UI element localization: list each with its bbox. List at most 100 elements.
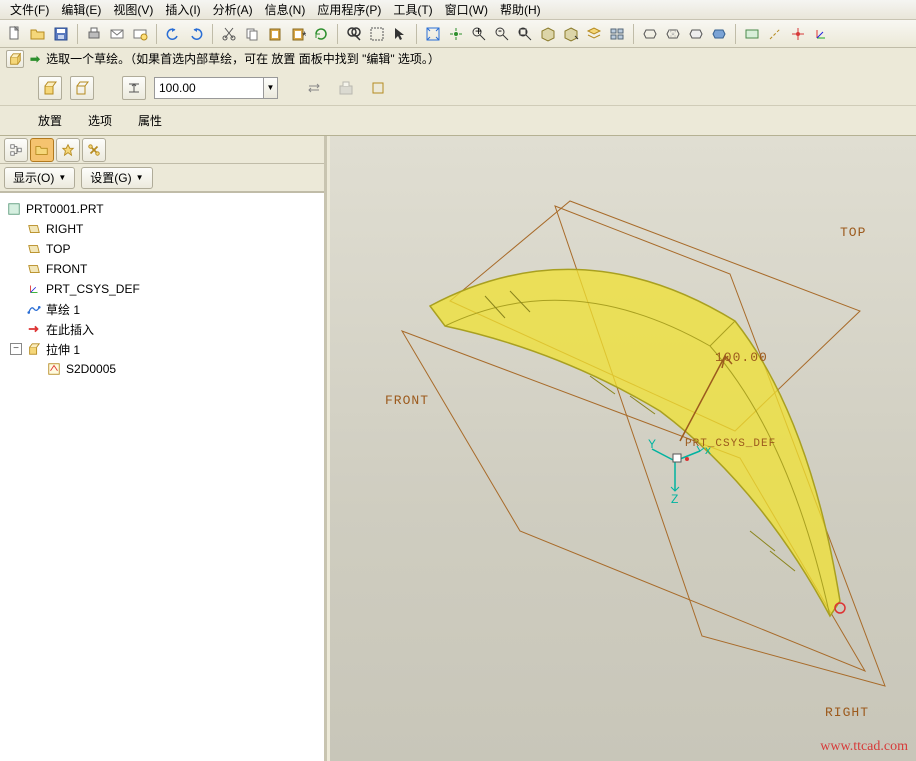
- flip-direction-icon[interactable]: [302, 76, 326, 100]
- depth-value-input[interactable]: 100.00: [154, 77, 264, 99]
- left-panel: 显示(O)▼ 设置(G)▼ PRT0001.PRT RIGHT TOP FRON…: [0, 136, 327, 761]
- menu-help[interactable]: 帮助(H): [494, 0, 547, 20]
- no-hidden-icon[interactable]: [685, 23, 707, 45]
- tab-folder-icon[interactable]: [30, 138, 54, 162]
- tree-s2d-label: S2D0005: [66, 362, 116, 376]
- datum-axis-icon[interactable]: [764, 23, 786, 45]
- remove-material-icon[interactable]: [334, 76, 358, 100]
- label-right: RIGHT: [825, 705, 869, 720]
- tab-favorites-icon[interactable]: [56, 138, 80, 162]
- hidden-line-icon[interactable]: [662, 23, 684, 45]
- collapse-icon[interactable]: −: [10, 343, 22, 355]
- tree-top-label: TOP: [46, 242, 70, 256]
- dashboard-controls: 100.00 ▼: [0, 70, 916, 106]
- menu-file[interactable]: 文件(F): [4, 0, 55, 20]
- zoom-fit-icon[interactable]: [514, 23, 536, 45]
- select-arrow-icon[interactable]: [389, 23, 411, 45]
- tree-right[interactable]: RIGHT: [2, 219, 322, 239]
- cut-icon[interactable]: [218, 23, 240, 45]
- spin-center-icon[interactable]: [445, 23, 467, 45]
- dashboard-hint-text: 选取一个草绘。（如果首选内部草绘，可在 放置 面板中找到 "编辑" 选项。）: [46, 50, 440, 67]
- surface-extrude-icon[interactable]: [70, 76, 94, 100]
- svg-text:Z: Z: [671, 492, 678, 506]
- copy-icon[interactable]: [241, 23, 263, 45]
- saved-views-icon[interactable]: [560, 23, 582, 45]
- dashboard-tabs: 放置 选项 属性: [0, 105, 916, 135]
- print-icon[interactable]: [83, 23, 105, 45]
- extrude-preview: [430, 269, 840, 616]
- redo-icon[interactable]: [185, 23, 207, 45]
- email-attach-icon[interactable]: [129, 23, 151, 45]
- view-refit-icon[interactable]: [422, 23, 444, 45]
- tree-extrude1-label: 拉伸 1: [46, 341, 80, 358]
- label-front: FRONT: [385, 393, 429, 408]
- dash-tab-place[interactable]: 放置: [34, 108, 66, 135]
- graphics-viewport[interactable]: 100.00 Y x Z TOP FRONT RIGHT PRT_CSYS_DE…: [330, 136, 916, 761]
- model-tree-settings-bar: 显示(O)▼ 设置(G)▼: [0, 164, 324, 192]
- thicken-icon[interactable]: [366, 76, 390, 100]
- extrude-icon: [26, 342, 42, 356]
- tree-insert-here[interactable]: 在此插入: [2, 319, 322, 339]
- new-file-icon[interactable]: [4, 23, 26, 45]
- hint-arrow-icon: ➡: [30, 52, 40, 66]
- dash-tab-options[interactable]: 选项: [84, 108, 116, 135]
- orient-icon[interactable]: [537, 23, 559, 45]
- layers-icon[interactable]: [583, 23, 605, 45]
- wireframe-icon[interactable]: [639, 23, 661, 45]
- model-tree[interactable]: PRT0001.PRT RIGHT TOP FRONT PRT_CSYS_DEF…: [0, 192, 324, 761]
- drag-handle[interactable]: [835, 603, 845, 613]
- dash-tab-props[interactable]: 属性: [134, 108, 166, 135]
- sketch-icon: [26, 302, 42, 316]
- menu-edit[interactable]: 编辑(E): [55, 0, 107, 20]
- internal-sketch-icon: [46, 362, 62, 376]
- settings-dropdown[interactable]: 设置(G)▼: [81, 167, 152, 189]
- svg-text:*: *: [302, 29, 306, 42]
- watermark-text: www.ttcad.com: [820, 739, 908, 755]
- save-icon[interactable]: [50, 23, 72, 45]
- tree-root[interactable]: PRT0001.PRT: [2, 199, 322, 219]
- tree-s2d[interactable]: S2D0005: [2, 359, 322, 379]
- paste-icon[interactable]: [264, 23, 286, 45]
- menu-window[interactable]: 窗口(W): [439, 0, 494, 20]
- menu-insert[interactable]: 插入(I): [159, 0, 206, 20]
- depth-value-dropdown[interactable]: ▼: [264, 77, 278, 99]
- menu-tools[interactable]: 工具(T): [387, 0, 438, 20]
- tree-right-label: RIGHT: [46, 222, 83, 236]
- menu-apps[interactable]: 应用程序(P): [311, 0, 387, 20]
- datum-plane-icon: [26, 222, 42, 236]
- label-top: TOP: [840, 225, 866, 240]
- tree-sketch1[interactable]: 草绘 1: [2, 299, 322, 319]
- shaded-icon[interactable]: [708, 23, 730, 45]
- tree-root-label: PRT0001.PRT: [26, 202, 104, 216]
- tree-sketch1-label: 草绘 1: [46, 301, 80, 318]
- email-icon[interactable]: [106, 23, 128, 45]
- tab-connections-icon[interactable]: [82, 138, 106, 162]
- tab-model-tree-icon[interactable]: [4, 138, 28, 162]
- datum-point-icon[interactable]: [787, 23, 809, 45]
- menu-info[interactable]: 信息(N): [259, 0, 312, 20]
- viewport-scene: 100.00 Y x Z TOP FRONT RIGHT PRT_CSYS_DE…: [330, 136, 916, 761]
- model-tree-toolbar: [0, 136, 324, 164]
- regen-icon[interactable]: [310, 23, 332, 45]
- tree-extrude1[interactable]: − 拉伸 1: [2, 339, 322, 359]
- label-csys: PRT_CSYS_DEF: [685, 438, 776, 450]
- select-box-icon[interactable]: [366, 23, 388, 45]
- view-manager-icon[interactable]: [606, 23, 628, 45]
- depth-blind-icon[interactable]: [122, 76, 146, 100]
- open-file-icon[interactable]: [27, 23, 49, 45]
- show-dropdown[interactable]: 显示(O)▼: [4, 167, 75, 189]
- tree-csys[interactable]: PRT_CSYS_DEF: [2, 279, 322, 299]
- paste-special-icon[interactable]: *: [287, 23, 309, 45]
- svg-text:+: +: [475, 26, 482, 38]
- zoom-in-icon[interactable]: +: [468, 23, 490, 45]
- datum-plane-icon[interactable]: [741, 23, 763, 45]
- undo-icon[interactable]: [162, 23, 184, 45]
- menu-view[interactable]: 视图(V): [107, 0, 159, 20]
- menu-analysis[interactable]: 分析(A): [207, 0, 259, 20]
- tree-top[interactable]: TOP: [2, 239, 322, 259]
- tree-front[interactable]: FRONT: [2, 259, 322, 279]
- datum-csys-icon[interactable]: [810, 23, 832, 45]
- solid-extrude-icon[interactable]: [38, 76, 62, 100]
- find-icon[interactable]: [343, 23, 365, 45]
- zoom-out-icon[interactable]: -: [491, 23, 513, 45]
